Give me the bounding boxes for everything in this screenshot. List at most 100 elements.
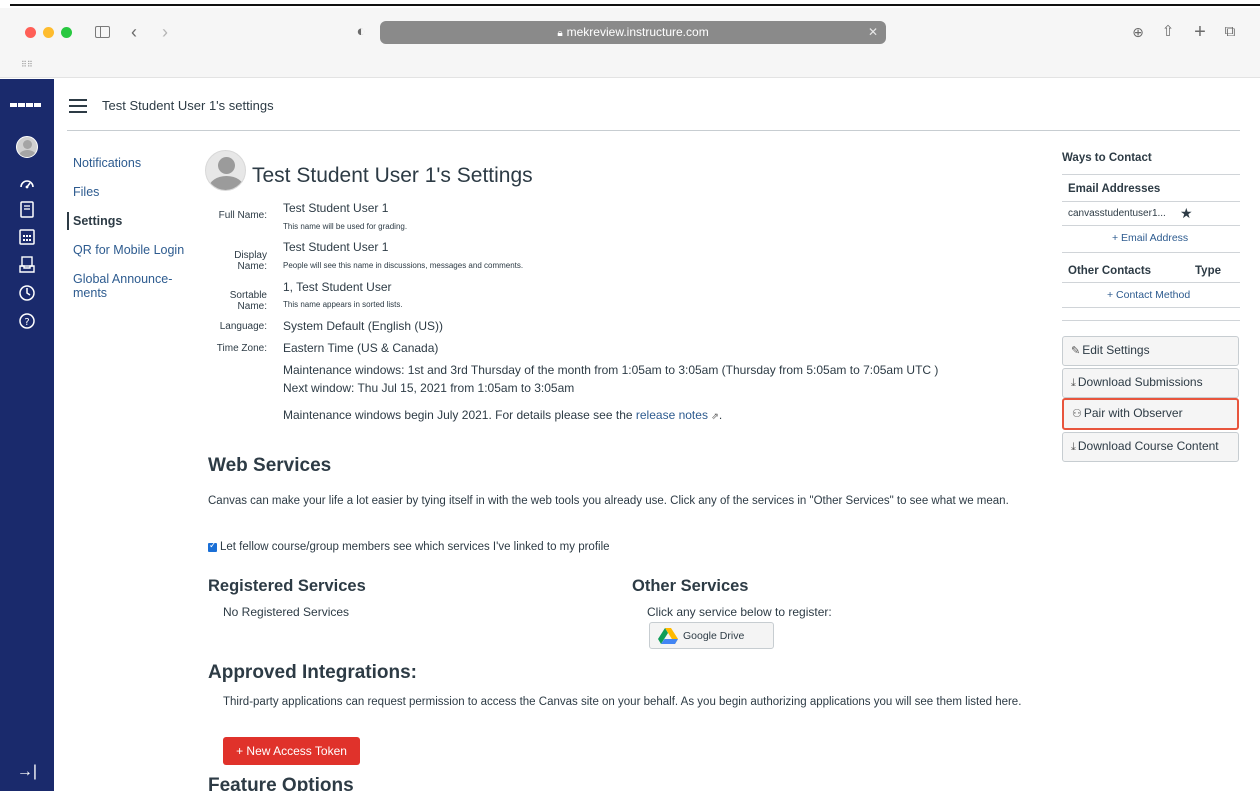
divider	[1062, 225, 1240, 226]
time-zone-label: Time Zone:	[216, 343, 267, 354]
forward-arrow-icon[interactable]: ›	[156, 20, 174, 44]
tab-overview-icon[interactable]: ⧉	[1220, 20, 1240, 44]
google-drive-button[interactable]: Google Drive	[649, 622, 774, 649]
divider	[1062, 174, 1240, 175]
maintenance-notice-text: Maintenance windows begin July 2021. For…	[283, 408, 636, 422]
header-divider	[67, 130, 1240, 131]
sidebar-toggle-icon[interactable]	[92, 20, 112, 44]
privacy-shield-icon[interactable]: ◐	[352, 20, 370, 44]
address-bar[interactable]: 🔒︎ mekreview.instructure.com ✕	[380, 21, 886, 44]
display-name-label: Display Name:	[234, 250, 267, 272]
display-name-hint: People will see this name in discussions…	[283, 261, 524, 270]
zoom-window-button[interactable]	[61, 27, 72, 38]
type-column-heading: Type	[1195, 265, 1221, 277]
google-drive-icon	[658, 627, 678, 644]
full-name-hint: This name will be used for grading.	[283, 222, 408, 231]
favorites-grid-icon[interactable]: ⠿⠿	[21, 60, 33, 69]
collapse-nav-icon[interactable]: →|	[15, 763, 39, 781]
next-window-text: Next window: Thu Jul 15, 2021 from 1:05a…	[283, 381, 575, 395]
browser-toolbar: ‹ › ◐ 🔒︎ mekreview.instructure.com ✕ ⊕ ⇧ …	[0, 0, 1260, 78]
time-zone-value: Eastern Time (US & Canada)	[283, 341, 439, 355]
close-window-button[interactable]	[25, 27, 36, 38]
share-icon[interactable]: ⇧	[1158, 20, 1178, 44]
language-label: Language:	[219, 321, 267, 332]
user-link-icon: ⚇	[1072, 408, 1082, 420]
add-contact-method-link[interactable]: + Contact Method	[1107, 289, 1190, 301]
downloads-icon[interactable]: ⊕	[1128, 20, 1148, 44]
sortable-name-hint: This name appears in sorted lists.	[283, 300, 403, 309]
other-services-prompt: Click any service below to register:	[647, 605, 832, 619]
account-avatar[interactable]	[16, 136, 38, 158]
email-address[interactable]: canvasstudentuser1...	[1068, 208, 1166, 219]
clear-url-icon[interactable]: ✕	[868, 21, 878, 44]
show-services-checkbox[interactable]	[208, 540, 217, 552]
help-icon[interactable]: ?	[15, 312, 39, 336]
courses-icon[interactable]	[15, 201, 39, 225]
other-services-heading: Other Services	[632, 577, 749, 595]
edit-settings-button[interactable]: ✎ Edit Settings	[1062, 336, 1239, 366]
calendar-icon[interactable]	[15, 228, 39, 252]
approved-integrations-description: Third-party applications can request per…	[223, 696, 1022, 708]
dashboard-icon[interactable]	[15, 175, 39, 199]
display-name-value: Test Student User 1	[283, 240, 389, 254]
divider	[1062, 252, 1240, 253]
add-email-address-link[interactable]: + Email Address	[1112, 232, 1188, 244]
full-name-label: Full Name:	[218, 210, 267, 221]
download-icon: ⤓	[1071, 441, 1076, 453]
download-submissions-label: Download Submissions	[1077, 375, 1203, 389]
sortable-name-value: 1, Test Student User	[283, 280, 392, 294]
no-registered-services: No Registered Services	[223, 605, 350, 619]
other-contacts-heading: Other Contacts	[1068, 265, 1152, 277]
edit-settings-label: Edit Settings	[1082, 343, 1150, 357]
pair-with-observer-button[interactable]: ⚇ Pair with Observer	[1062, 398, 1239, 430]
default-email-star-icon: ★	[1180, 205, 1193, 221]
global-navigation: ? →|	[0, 79, 54, 791]
profile-avatar[interactable]	[205, 150, 246, 191]
inbox-icon[interactable]	[15, 256, 39, 280]
release-notes-link[interactable]: release notes	[636, 408, 708, 422]
feature-options-heading: Feature Options	[208, 775, 354, 791]
hamburger-menu-icon[interactable]	[69, 99, 87, 113]
download-course-content-label: Download Course Content	[1077, 439, 1219, 453]
show-services-label[interactable]: Let fellow course/group members see whic…	[220, 541, 610, 553]
breadcrumb: Test Student User 1's settings	[102, 98, 274, 113]
nav-notifications[interactable]: Notifications	[67, 154, 187, 172]
minimize-window-button[interactable]	[43, 27, 54, 38]
nav-files[interactable]: Files	[67, 183, 187, 201]
nav-settings[interactable]: Settings	[67, 212, 187, 230]
back-arrow-icon[interactable]: ‹	[125, 20, 143, 44]
lock-icon: 🔒︎	[557, 28, 563, 39]
full-name-value: Test Student User 1	[283, 201, 389, 215]
pair-with-observer-label: Pair with Observer	[1083, 406, 1183, 420]
new-access-token-button[interactable]: + New Access Token	[223, 737, 360, 765]
divider	[1062, 320, 1240, 321]
new-tab-icon[interactable]: +	[1190, 20, 1210, 44]
sortable-name-label: Sortable Name:	[229, 290, 267, 312]
external-link-icon: ⇗	[711, 411, 719, 421]
web-services-description: Canvas can make your life a lot easier b…	[208, 495, 1009, 507]
divider	[1062, 282, 1240, 283]
top-border	[0, 0, 1260, 8]
divider	[1062, 307, 1240, 308]
web-services-heading: Web Services	[208, 455, 332, 476]
nav-qr-mobile-login[interactable]: QR for Mobile Login	[67, 241, 187, 259]
nav-global-announcements[interactable]: Global Announce- ments	[67, 270, 187, 302]
section-navigation: Notifications Files Settings QR for Mobi…	[67, 154, 187, 313]
ways-to-contact-heading: Ways to Contact	[1062, 152, 1152, 164]
maintenance-windows-text: Maintenance windows: 1st and 3rd Thursda…	[283, 363, 939, 377]
notice-period: .	[718, 408, 723, 422]
svg-text:?: ?	[24, 317, 29, 328]
history-clock-icon[interactable]	[15, 284, 39, 308]
maintenance-notice: Maintenance windows begin July 2021. For…	[283, 408, 722, 422]
download-icon: ⤓	[1071, 377, 1076, 389]
show-services-option: Let fellow course/group members see whic…	[208, 540, 610, 553]
url-text: mekreview.instructure.com	[566, 25, 709, 39]
registered-services-heading: Registered Services	[208, 577, 366, 595]
institution-logo[interactable]	[10, 96, 42, 107]
download-submissions-button[interactable]: ⤓ Download Submissions	[1062, 368, 1239, 398]
email-addresses-heading: Email Addresses	[1068, 183, 1161, 195]
download-course-content-button[interactable]: ⤓ Download Course Content	[1062, 432, 1239, 462]
approved-integrations-heading: Approved Integrations:	[208, 662, 418, 683]
page-title: Test Student User 1's Settings	[252, 164, 533, 187]
page-header: Test Student User 1's settings	[54, 79, 1260, 131]
